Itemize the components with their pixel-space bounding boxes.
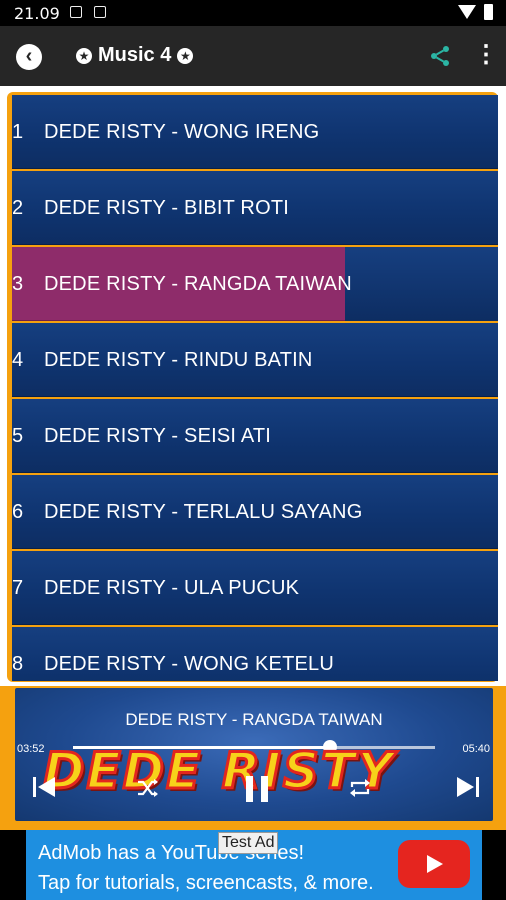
pause-button[interactable]: [243, 774, 271, 809]
repeat-icon: [350, 779, 370, 797]
seek-progress: [73, 746, 331, 749]
share-button[interactable]: [428, 44, 452, 68]
playlist-item[interactable]: 2 DEDE RISTY - BIBIT ROTI: [12, 171, 498, 245]
a-icon: [94, 6, 106, 18]
track-title: DEDE RISTY - RANGDA TAIWAN: [44, 273, 352, 295]
previous-icon: [33, 777, 55, 797]
more-options-button[interactable]: ⋮: [474, 43, 498, 69]
track-number: 7: [12, 577, 24, 599]
previous-button[interactable]: [31, 774, 57, 805]
more-vert-icon: ⋮: [474, 41, 498, 68]
share-icon: [431, 46, 449, 66]
toolbar-title-group: ★ Music 4 ★: [76, 44, 194, 67]
track-number: 3: [12, 273, 24, 295]
seek-bar[interactable]: [73, 740, 435, 754]
play-triangle-icon: [427, 855, 443, 873]
track-title: DEDE RISTY - RINDU BATIN: [44, 349, 313, 371]
track-title: DEDE RISTY - ULA PUCUK: [44, 577, 300, 599]
playlist: 1 DEDE RISTY - WONG IRENG 2 DEDE RISTY - BI…: [12, 95, 498, 681]
image-icon: [70, 6, 82, 18]
playlist-item[interactable]: 5 DEDE RISTY - SEISI ATI: [12, 399, 498, 473]
back-button[interactable]: ‹: [16, 44, 42, 70]
playlist-item[interactable]: 7 DEDE RISTY - ULA PUCUK: [12, 551, 498, 625]
seek-thumb[interactable]: [323, 740, 338, 754]
star-icon: ★: [177, 47, 194, 64]
app-toolbar: ‹ ★ Music 4 ★ ⋮: [0, 26, 506, 86]
track-title: DEDE RISTY - WONG KETELU: [44, 653, 335, 675]
playlist-item[interactable]: 1 DEDE RISTY - WONG IRENG: [12, 95, 498, 169]
status-bar: 21.09: [0, 0, 506, 26]
playlist-area: 1 DEDE RISTY - WONG IRENG 2 DEDE RISTY - BI…: [0, 86, 506, 686]
total-time: 05:40: [462, 743, 490, 755]
playlist-item[interactable]: 3 DEDE RISTY - RANGDA TAIWAN: [12, 247, 498, 321]
music-player: DEDE RISTY - RANGDA TAIWAN 03:52 05:40 D…: [15, 688, 493, 821]
star-icon: ★: [76, 47, 92, 64]
back-icon: ‹: [25, 45, 33, 67]
shuffle-icon: [138, 779, 158, 797]
track-title: DEDE RISTY - WONG IRENG: [44, 121, 320, 143]
next-button[interactable]: [455, 774, 481, 805]
page-title: Music 4: [98, 44, 172, 66]
player-area: DEDE RISTY - RANGDA TAIWAN 03:52 05:40 D…: [0, 686, 506, 830]
playlist-item[interactable]: 6 DEDE RISTY - TERLALU SAYANG: [12, 475, 498, 549]
shuffle-button[interactable]: [137, 778, 159, 803]
track-title: DEDE RISTY - TERLALU SAYANG: [44, 501, 363, 523]
now-playing-title: DEDE RISTY - RANGDA TAIWAN: [125, 710, 383, 729]
wifi-icon: [458, 5, 476, 19]
ad-area: AdMob has a YouTube series! Tap for tuto…: [0, 830, 506, 900]
track-number: 1: [12, 121, 24, 143]
repeat-button[interactable]: [349, 778, 371, 803]
track-number: 8: [12, 653, 24, 675]
next-icon: [457, 777, 479, 797]
track-title: DEDE RISTY - SEISI ATI: [44, 425, 272, 447]
pause-icon: [246, 776, 268, 802]
playlist-item[interactable]: 4 DEDE RISTY - RINDU BATIN: [12, 323, 498, 397]
playlist-item[interactable]: 8 DEDE RISTY - WONG KETELU: [12, 627, 498, 681]
row-background: [345, 247, 498, 321]
track-title: DEDE RISTY - BIBIT ROTI: [44, 197, 290, 219]
youtube-logo-icon: [398, 840, 470, 888]
status-time: 21.09: [14, 4, 60, 23]
battery-icon: [484, 4, 493, 20]
track-number: 5: [12, 425, 24, 447]
track-number: 6: [12, 501, 24, 523]
ad-subline: Tap for tutorials, screencasts, & more.: [38, 872, 374, 894]
track-number: 2: [12, 197, 24, 219]
elapsed-time: 03:52: [17, 743, 45, 755]
test-ad-badge: Test Ad: [218, 832, 279, 854]
track-number: 4: [12, 349, 24, 371]
